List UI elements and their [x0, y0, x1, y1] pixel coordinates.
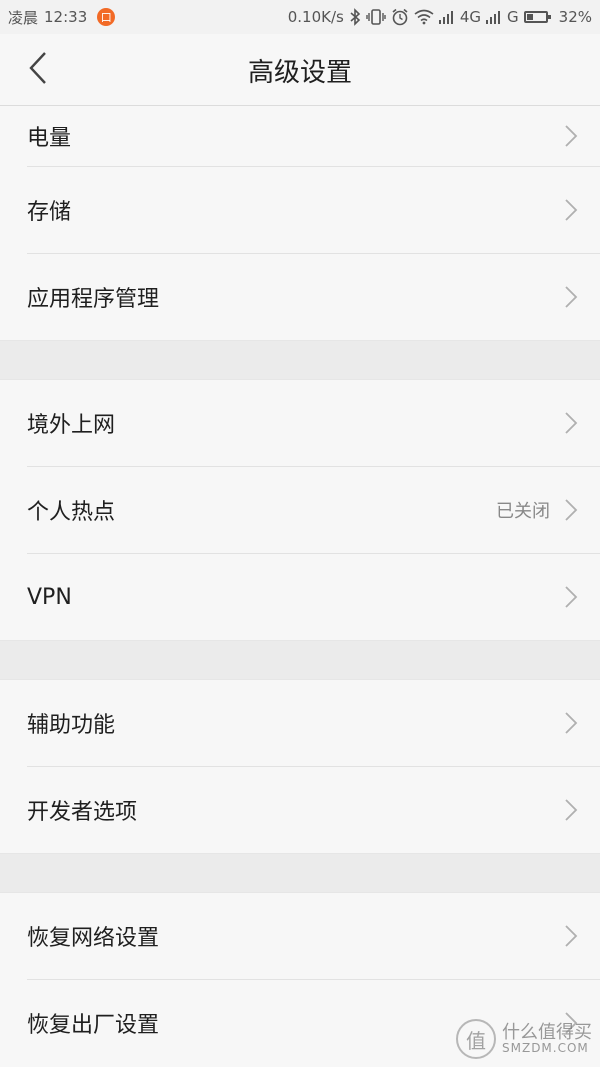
- vibrate-icon: [366, 8, 386, 26]
- settings-item[interactable]: 应用程序管理: [0, 254, 600, 340]
- battery-icon: [523, 11, 551, 23]
- chevron-right-icon: [564, 924, 578, 948]
- wifi-icon: [414, 9, 434, 25]
- clock: 12:33: [44, 8, 88, 26]
- settings-item-value: 已关闭: [496, 501, 550, 522]
- bluetooth-icon: [349, 8, 361, 26]
- alarm-icon: [391, 8, 409, 26]
- section-divider: [0, 340, 600, 380]
- network-speed: 0.10K/s: [287, 8, 344, 26]
- settings-item-label: 开发者选项: [27, 800, 138, 825]
- settings-item[interactable]: 辅助功能: [0, 680, 600, 766]
- settings-item[interactable]: 境外上网: [0, 380, 600, 466]
- settings-item[interactable]: VPN: [0, 554, 600, 640]
- settings-item-label: 境外上网: [27, 413, 116, 438]
- watermark: 值 什么值得买 SMZDM.COM: [456, 1019, 592, 1059]
- chevron-right-icon: [564, 124, 578, 148]
- chevron-right-icon: [564, 711, 578, 735]
- chevron-right-icon: [564, 798, 578, 822]
- settings-item-label: 恢复出厂设置: [27, 1013, 160, 1038]
- signal-type-label: 4G: [459, 8, 482, 26]
- chevron-right-icon: [564, 498, 578, 522]
- signal-strength-icon-2: [486, 10, 502, 24]
- settings-item[interactable]: 存储: [0, 167, 600, 253]
- settings-item[interactable]: 开发者选项: [0, 767, 600, 853]
- watermark-line1: 什么值得买: [502, 1021, 592, 1043]
- chevron-right-icon: [564, 411, 578, 435]
- settings-item[interactable]: 个人热点 已关闭: [0, 467, 600, 553]
- status-bar: 凌晨 12:33 口 0.10K/s 4G G 32%: [0, 0, 600, 34]
- signal-type-label-2: G: [507, 8, 519, 26]
- settings-item-label: 个人热点: [27, 500, 116, 525]
- settings-item[interactable]: 电量: [0, 106, 600, 166]
- settings-item[interactable]: 恢复网络设置: [0, 893, 600, 979]
- time-period: 凌晨: [8, 8, 39, 27]
- settings-item-label: VPN: [27, 584, 72, 610]
- settings-item-label: 电量: [27, 126, 72, 151]
- chevron-right-icon: [564, 285, 578, 309]
- signal-strength-icon: [438, 10, 455, 24]
- chevron-right-icon: [564, 585, 578, 609]
- settings-item-label: 辅助功能: [27, 713, 116, 738]
- page-title: 高级设置: [247, 57, 352, 88]
- chevron-right-icon: [564, 198, 578, 222]
- top-app-bar: 高级设置: [0, 34, 600, 106]
- settings-list: 电量存储应用程序管理 境外上网个人热点 已关闭 VPN 辅助功能开发者选项恢复网络设置恢…: [0, 106, 600, 1066]
- watermark-line2: SMZDM.COM: [502, 1041, 589, 1056]
- battery-percent: 32%: [558, 8, 592, 26]
- settings-item-label: 存储: [27, 200, 72, 225]
- settings-item-label: 恢复网络设置: [27, 926, 160, 951]
- notification-app-icon: 口: [97, 8, 116, 26]
- section-divider: [0, 640, 600, 680]
- watermark-logo: 值: [456, 1019, 496, 1059]
- settings-item-label: 应用程序管理: [27, 287, 160, 312]
- section-divider: [0, 853, 600, 893]
